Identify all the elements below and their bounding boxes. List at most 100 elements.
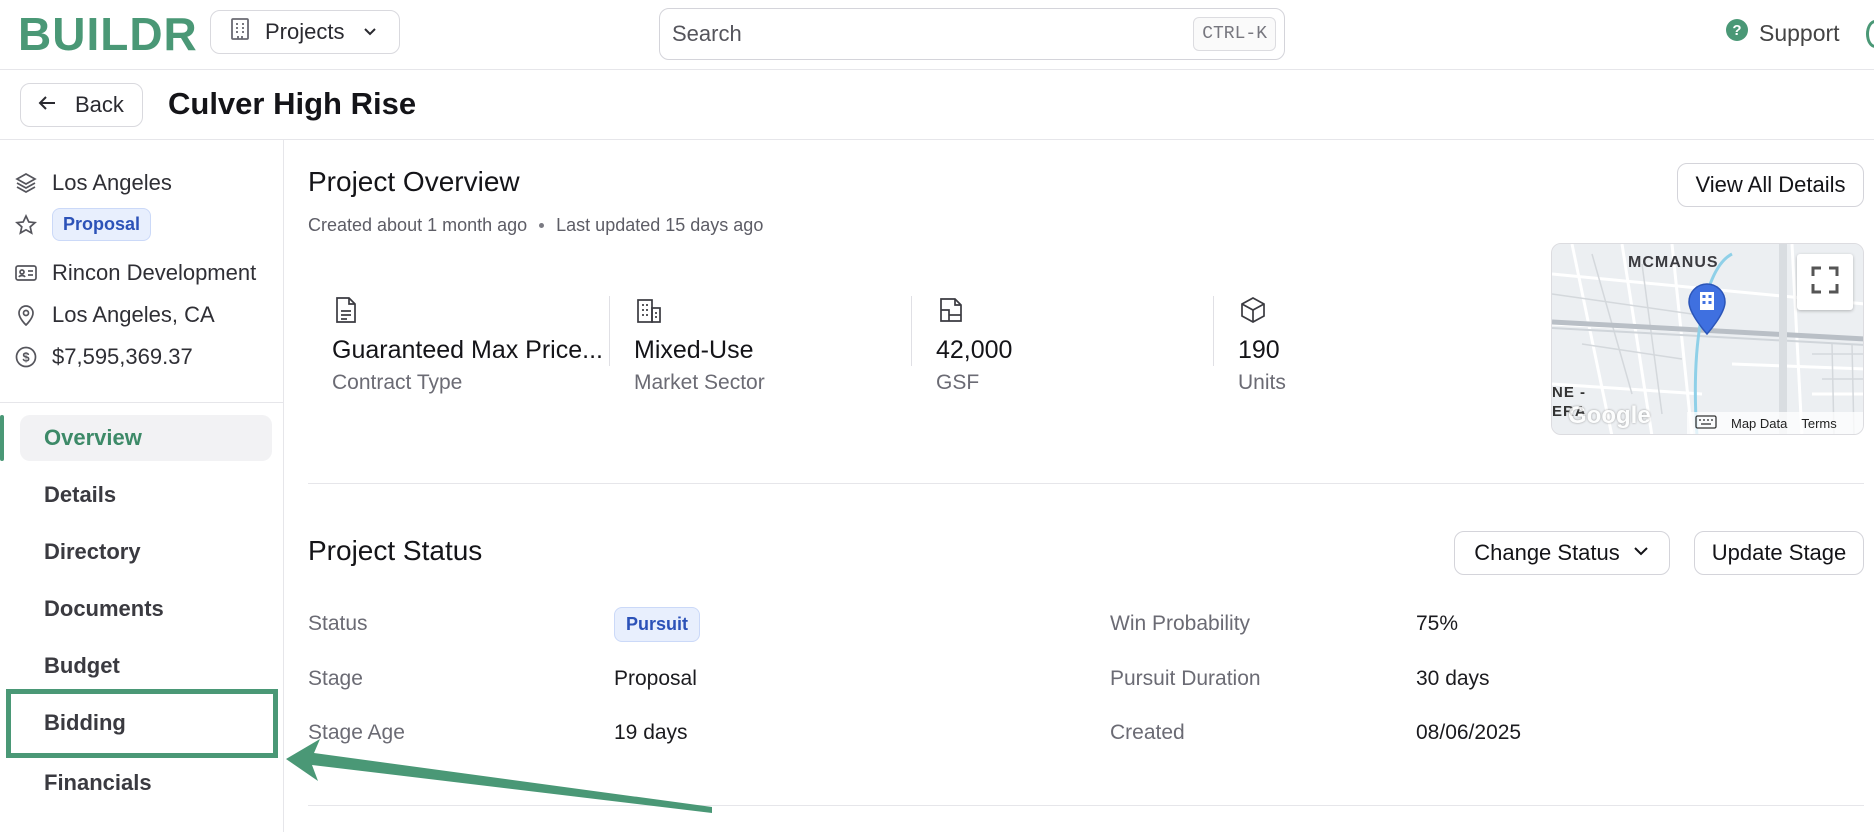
change-status-label: Change Status xyxy=(1474,540,1620,565)
map-edge-label: NE - xyxy=(1552,384,1586,401)
fullscreen-icon xyxy=(1811,266,1839,299)
google-logo: Google xyxy=(1568,402,1651,429)
stat-market-sector: Mixed-Use Market Sector xyxy=(634,296,934,400)
overview-title: Project Overview xyxy=(308,166,520,197)
meta-amount: $ $7,595,369.37 xyxy=(14,344,193,370)
map-pin-icon xyxy=(14,303,38,327)
search-box[interactable]: CTRL-K xyxy=(659,8,1285,60)
region-text: Los Angeles xyxy=(52,170,172,195)
projects-label: Projects xyxy=(265,19,345,44)
status-title: Project Status xyxy=(308,535,483,566)
search-input[interactable] xyxy=(672,17,1152,51)
win-probability-label: Win Probability xyxy=(1110,612,1251,635)
map-data-link[interactable]: Map Data xyxy=(1731,416,1787,431)
sidebar-item-details[interactable]: Details xyxy=(20,472,272,518)
back-button[interactable]: Back xyxy=(20,83,143,127)
keyboard-icon[interactable] xyxy=(1695,414,1717,432)
stage-value: Proposal xyxy=(614,667,697,690)
stage-age-value: 19 days xyxy=(614,721,688,744)
view-all-details-button[interactable]: View All Details xyxy=(1677,163,1864,207)
star-icon xyxy=(14,213,38,237)
overview-timestamps: Created about 1 month ago Last updated 1… xyxy=(308,215,763,236)
stat-label: Market Sector xyxy=(634,371,765,394)
back-label: Back xyxy=(75,92,124,117)
stat-units: 190 Units xyxy=(1238,296,1538,400)
map-marker-icon[interactable] xyxy=(1686,282,1728,341)
support-label: Support xyxy=(1759,19,1840,46)
created-label: Created xyxy=(1110,721,1185,744)
stat-value: Mixed-Use xyxy=(634,336,754,364)
stat-contract-type: Guaranteed Max Price... Contract Type xyxy=(332,296,632,400)
svg-text:$: $ xyxy=(22,350,30,365)
change-status-button[interactable]: Change Status xyxy=(1454,531,1670,575)
stage-badge: Proposal xyxy=(52,208,152,241)
sidebar-divider xyxy=(0,402,284,403)
meta-company: Rincon Development xyxy=(14,260,256,286)
sidebar-item-bidding[interactable]: Bidding xyxy=(20,700,272,746)
update-stage-button[interactable]: Update Stage xyxy=(1694,531,1864,575)
sidebar-item-financials[interactable]: Financials xyxy=(20,760,272,806)
section-divider xyxy=(308,805,1864,806)
projects-dropdown-button[interactable]: Projects xyxy=(210,10,400,54)
stage-label: Stage xyxy=(308,667,363,690)
map-footer: Map Data Terms xyxy=(1687,412,1863,434)
updated-text: Last updated 15 days ago xyxy=(556,215,764,235)
svg-text:?: ? xyxy=(1732,22,1741,39)
project-map[interactable]: MCMANUS NE - ERA Google Map Data Terms xyxy=(1551,243,1864,435)
search-shortcut-hint: CTRL-K xyxy=(1193,17,1276,51)
stat-label: GSF xyxy=(936,371,980,394)
stat-divider xyxy=(609,296,610,366)
id-card-icon xyxy=(14,261,38,285)
amount-text: $7,595,369.37 xyxy=(52,344,193,369)
arrow-left-icon xyxy=(37,92,57,118)
sidebar: Los Angeles Proposal Rincon Development … xyxy=(0,140,284,832)
map-terms-link[interactable]: Terms xyxy=(1801,416,1836,431)
company-text: Rincon Development xyxy=(52,260,257,285)
support-link[interactable]: ? Support xyxy=(1725,18,1840,48)
sidebar-item-directory[interactable]: Directory xyxy=(20,529,272,575)
sidebar-item-overview[interactable]: Overview xyxy=(20,415,272,461)
stat-value: 42,000 xyxy=(936,336,1013,364)
floorplan-icon xyxy=(938,296,964,324)
meta-stage: Proposal xyxy=(14,208,152,241)
stat-value: Guaranteed Max Price... xyxy=(332,336,603,364)
stat-gsf: 42,000 GSF xyxy=(936,296,1236,400)
chevron-down-icon xyxy=(362,19,378,45)
annotation-arrow-icon xyxy=(286,739,712,813)
document-icon xyxy=(334,296,360,324)
sidebar-item-documents[interactable]: Documents xyxy=(20,586,272,632)
layers-icon xyxy=(14,171,38,195)
building-icon xyxy=(229,17,251,47)
meta-region: Los Angeles xyxy=(14,170,172,196)
user-avatar[interactable] xyxy=(1866,20,1874,48)
sidebar-item-budget[interactable]: Budget xyxy=(20,643,272,689)
title-bar: Back Culver High Rise xyxy=(0,70,1874,140)
stat-divider xyxy=(1213,296,1214,366)
stat-value: 190 xyxy=(1238,336,1280,364)
help-icon: ? xyxy=(1725,18,1749,48)
map-fullscreen-button[interactable] xyxy=(1797,254,1853,310)
status-badge: Pursuit xyxy=(614,607,701,642)
section-divider xyxy=(308,483,1864,484)
created-text: Created about 1 month ago xyxy=(308,215,528,235)
pursuit-duration-value: 30 days xyxy=(1416,667,1490,690)
map-place-label: MCMANUS xyxy=(1628,254,1719,271)
page-title: Culver High Rise xyxy=(168,86,417,121)
stage-age-label: Stage Age xyxy=(308,721,405,744)
created-value: 08/06/2025 xyxy=(1416,721,1522,744)
chevron-down-icon xyxy=(1632,540,1650,566)
status-label: Status xyxy=(308,612,368,635)
stat-divider xyxy=(911,296,912,366)
top-bar: BUILDR Projects CTRL-K ? Support xyxy=(0,0,1874,70)
dollar-circle-icon: $ xyxy=(14,345,38,369)
meta-location: Los Angeles, CA xyxy=(14,302,215,328)
active-indicator xyxy=(0,415,4,461)
app-logo[interactable]: BUILDR xyxy=(18,11,198,57)
stat-label: Units xyxy=(1238,371,1286,394)
stat-label: Contract Type xyxy=(332,371,463,394)
cube-icon xyxy=(1240,296,1266,324)
separator-dot xyxy=(539,223,545,228)
win-probability-value: 75% xyxy=(1416,612,1459,635)
building-icon xyxy=(636,296,662,324)
pursuit-duration-label: Pursuit Duration xyxy=(1110,667,1261,690)
